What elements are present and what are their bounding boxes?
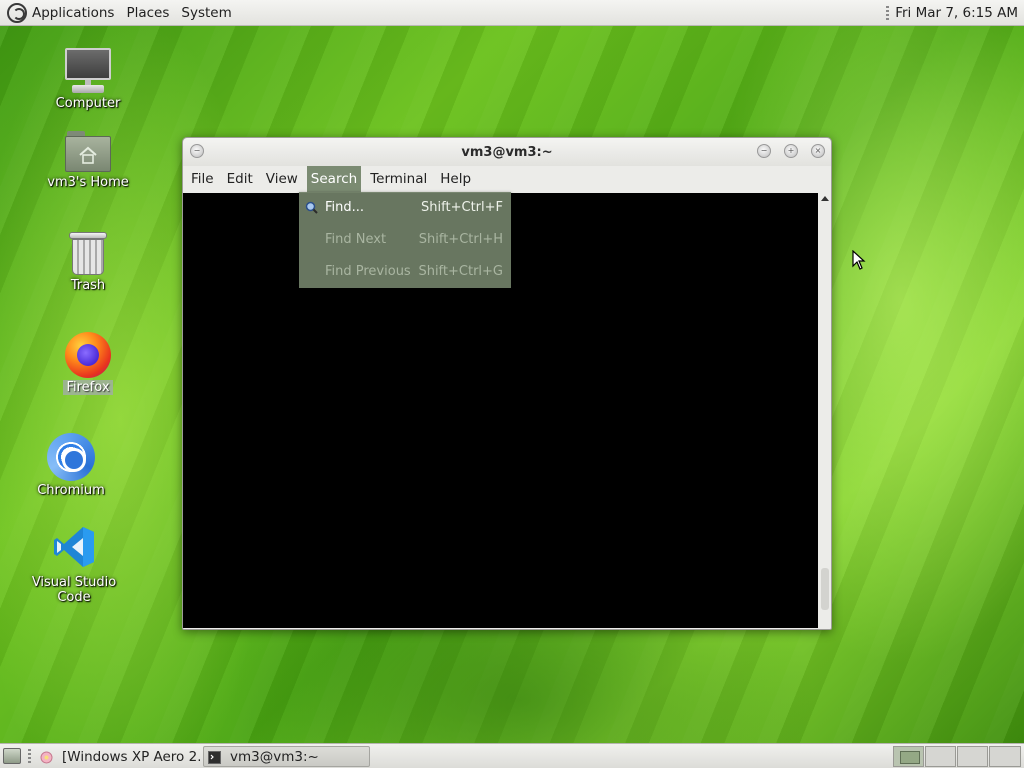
desktop-icon-label: Chromium xyxy=(37,483,105,498)
menu-edit[interactable]: Edit xyxy=(223,166,257,193)
terminal-menubar: File Edit View Search Terminal Help xyxy=(183,166,831,193)
mouse-cursor-icon xyxy=(852,250,866,270)
firefox-icon xyxy=(65,332,111,378)
chromium-icon xyxy=(47,433,95,481)
places-menu[interactable]: Places xyxy=(126,5,169,21)
menu-item-shortcut: Shift+Ctrl+G xyxy=(418,264,503,279)
taskbar-grip-handle[interactable] xyxy=(28,749,31,763)
minimize-button[interactable]: − xyxy=(757,144,771,158)
workspace-2[interactable] xyxy=(925,746,956,767)
maximize-button[interactable]: + xyxy=(784,144,798,158)
menu-item-find-previous[interactable]: Find Previous Shift+Ctrl+G xyxy=(299,256,511,288)
menu-item-find[interactable]: Find... Shift+Ctrl+F xyxy=(299,192,511,224)
desktop-icon-label: Firefox xyxy=(63,380,113,395)
desktop-icon-trash[interactable]: Trash xyxy=(33,232,143,293)
menu-item-shortcut: Shift+Ctrl+H xyxy=(418,232,503,247)
menu-file[interactable]: File xyxy=(187,166,218,193)
menu-search[interactable]: Search xyxy=(306,166,362,193)
scroll-thumb[interactable] xyxy=(821,568,829,610)
find-icon xyxy=(305,201,318,214)
scroll-up-arrow-icon[interactable] xyxy=(821,196,829,201)
menu-item-label: Find... xyxy=(325,200,365,215)
desktop-icon-home[interactable]: vm3's Home xyxy=(33,131,143,190)
window-title: vm3@vm3:~ xyxy=(461,145,553,160)
taskbar-item-terminal[interactable]: vm3@vm3:~ xyxy=(203,746,370,767)
panel-grip-handle[interactable] xyxy=(886,5,890,20)
menu-item-find-next[interactable]: Find Next Shift+Ctrl+H xyxy=(299,224,511,256)
bottom-panel: [Windows XP Aero 2... vm3@vm3:~ xyxy=(0,743,1024,768)
distro-logo-icon[interactable] xyxy=(7,2,27,23)
search-menu-dropdown: Find... Shift+Ctrl+F Find Next Shift+Ctr… xyxy=(299,192,511,288)
top-panel: Applications Places System Fri Mar 7, 6:… xyxy=(0,0,1024,26)
system-menu[interactable]: System xyxy=(181,5,231,21)
desktop-icon-computer[interactable]: Computer xyxy=(33,48,143,111)
taskbar-item-label: [Windows XP Aero 2... xyxy=(62,749,201,765)
menu-view[interactable]: View xyxy=(262,166,302,193)
workspace-3[interactable] xyxy=(957,746,988,767)
desktop-icon-firefox[interactable]: Firefox xyxy=(33,332,143,395)
desktop-icon-label: Trash xyxy=(70,278,106,293)
menu-item-shortcut: Shift+Ctrl+F xyxy=(421,200,503,215)
menu-item-label: Find Previous xyxy=(325,264,411,279)
taskbar-item-windows-xp-aero[interactable]: [Windows XP Aero 2... xyxy=(35,746,201,767)
menu-help[interactable]: Help xyxy=(436,166,475,193)
applications-menu[interactable]: Applications xyxy=(32,5,114,21)
desktop-icon-label: Computer xyxy=(55,96,121,111)
show-desktop-icon[interactable] xyxy=(3,748,21,764)
vscode-icon xyxy=(54,527,94,567)
desktop-icon-label: vm3's Home xyxy=(47,175,129,190)
taskbar-item-label: vm3@vm3:~ xyxy=(230,749,319,765)
menu-terminal[interactable]: Terminal xyxy=(366,166,431,193)
window-titlebar[interactable]: − vm3@vm3:~ − + × xyxy=(183,138,831,166)
home-folder-icon xyxy=(65,131,111,173)
terminal-icon xyxy=(208,751,221,764)
menu-item-label: Find Next xyxy=(325,232,387,247)
workspace-4[interactable] xyxy=(989,746,1021,767)
trash-icon xyxy=(69,232,107,276)
desktop-icon-vscode[interactable]: Visual Studio Code xyxy=(15,525,133,605)
desktop-icon-label: Visual Studio Code xyxy=(31,575,117,605)
flower-icon xyxy=(40,751,53,764)
computer-icon xyxy=(64,48,112,94)
desktop-icon-chromium[interactable]: Chromium xyxy=(16,433,126,498)
workspace-1[interactable] xyxy=(893,746,924,767)
close-button[interactable]: × xyxy=(811,144,825,158)
terminal-scrollbar[interactable] xyxy=(819,193,831,628)
clock[interactable]: Fri Mar 7, 6:15 AM xyxy=(895,5,1018,21)
